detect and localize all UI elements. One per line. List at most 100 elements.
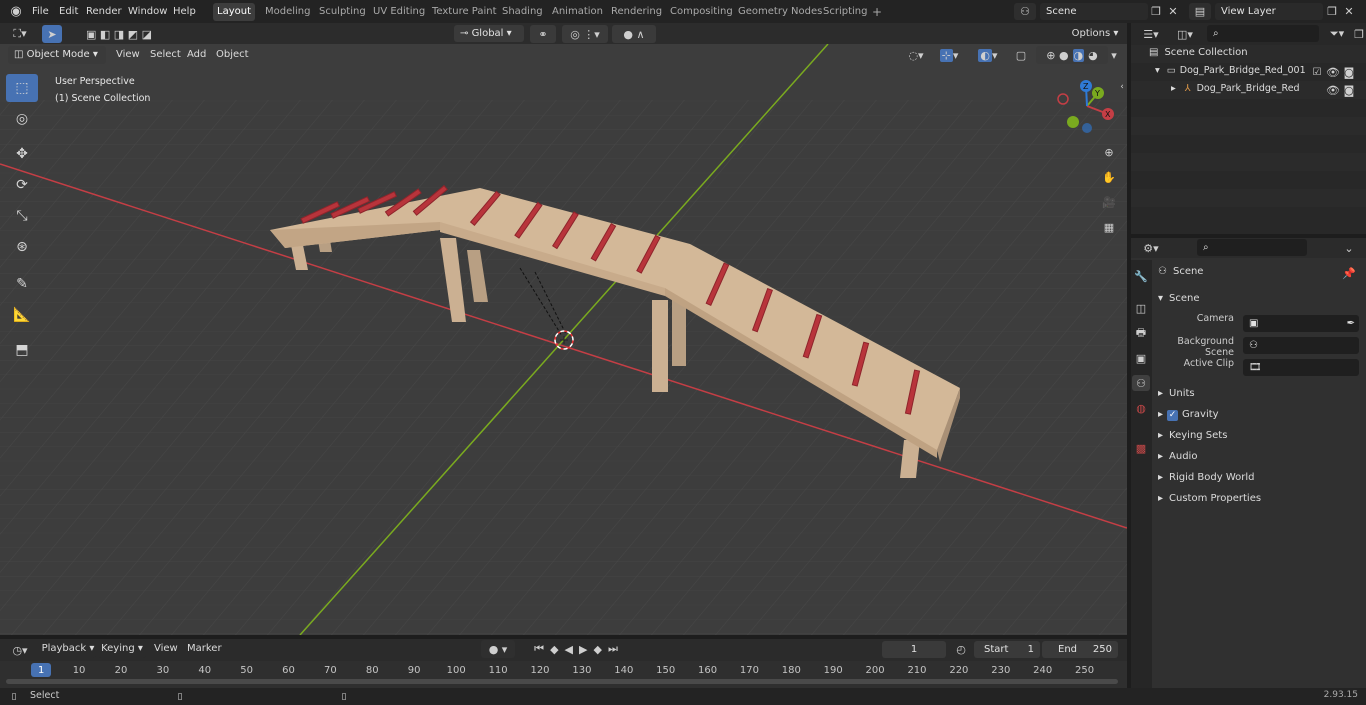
tab-modeling[interactable]: Modeling — [261, 3, 315, 21]
select-box-tool-icon[interactable]: ⬚ — [6, 74, 38, 102]
tab-animation[interactable]: Animation — [548, 3, 607, 21]
exclude-checkbox-icon[interactable]: ☑ — [1311, 65, 1323, 79]
new-view-layer-icon[interactable]: ❐ — [1324, 3, 1340, 20]
menu-window[interactable]: Window — [124, 0, 171, 23]
properties-editor-icon[interactable]: ⚙▾ — [1137, 239, 1165, 257]
start-frame-field[interactable]: Start 1 — [974, 641, 1040, 658]
scene-name-field[interactable]: Scene — [1040, 3, 1148, 20]
outliner-search-input[interactable]: ⌕ — [1207, 25, 1319, 42]
section-gravity[interactable]: ▸ ✓ Gravity — [1154, 405, 1362, 425]
pivot-icon[interactable]: ⚭ — [530, 25, 556, 43]
move-tool-icon[interactable]: ✥ — [6, 140, 38, 168]
proportional-editing-icon[interactable]: ● ∧ — [612, 25, 656, 43]
active-clip-field[interactable]: 🎞 — [1243, 359, 1359, 376]
preview-range-icon[interactable]: ◴ — [952, 641, 970, 658]
transform-tool-icon[interactable]: ⊛ — [6, 233, 38, 261]
playback-menu[interactable]: Playback ▾ — [40, 640, 96, 658]
selection-mode-icons[interactable]: ▣ ◧ ◨ ◩ ◪ — [78, 25, 160, 43]
properties-options-icon[interactable]: ⌄ — [1341, 239, 1357, 257]
timeline-editor-icon[interactable]: ◷▾ — [6, 641, 34, 659]
ortho-grid-icon[interactable]: ▦ — [1099, 217, 1119, 237]
render-camera-icon[interactable]: ◙ — [1343, 65, 1355, 79]
properties-search-input[interactable]: ⌕ — [1197, 239, 1307, 256]
playback-controls[interactable]: ⏮ ◆ ◀ ▶ ◆ ⏭ — [522, 640, 630, 658]
display-mode-icon[interactable]: ◫▾ — [1171, 25, 1199, 43]
viewport-menu-select[interactable]: Select — [146, 43, 185, 66]
gizmo-toggle-icon[interactable]: ⊹ ▾ — [933, 46, 965, 64]
tab-shading[interactable]: Shading — [498, 3, 547, 21]
viewport-canvas[interactable]: Z Y X — [0, 44, 1127, 635]
tab-texture-paint[interactable]: Texture Paint — [428, 3, 501, 21]
tab-sculpting[interactable]: Sculpting — [315, 3, 370, 21]
sidebar-toggle-icon[interactable]: ‹ — [1117, 80, 1127, 94]
add-cube-tool-icon[interactable]: ⬒ — [6, 336, 38, 364]
viewport-menu-object[interactable]: Object — [212, 43, 253, 66]
shading-options-icon[interactable]: ▾ — [1108, 46, 1120, 64]
editor-type-icon[interactable]: ⛶▾ — [6, 25, 34, 42]
viewport-menu-add[interactable]: Add — [183, 43, 210, 66]
zoom-icon[interactable]: ⊕ — [1099, 142, 1119, 162]
section-audio[interactable]: ▸ Audio — [1154, 447, 1362, 467]
options-button[interactable]: Options ▾ — [1067, 25, 1123, 43]
add-workspace-button[interactable]: + — [868, 3, 886, 21]
visibility-icon[interactable]: ◌▾ — [903, 46, 929, 64]
auto-keying-icon[interactable]: ● ▾ — [481, 640, 515, 658]
scene-panel-header[interactable]: ▾ Scene — [1154, 289, 1362, 309]
tab-rendering[interactable]: Rendering — [607, 3, 666, 21]
view-layer-icon[interactable]: ▤ — [1189, 3, 1211, 20]
pin-icon[interactable]: 📌 — [1342, 266, 1356, 280]
render-camera-icon[interactable]: ◙ — [1343, 83, 1355, 97]
outliner-scene-collection[interactable]: ▤ Scene Collection — [1149, 47, 1248, 58]
menu-render[interactable]: Render — [82, 0, 126, 23]
keying-menu[interactable]: Keying ▾ — [98, 640, 146, 658]
render-tab-icon[interactable]: ◫ — [1133, 300, 1149, 316]
timeline-scrollbar[interactable] — [6, 679, 1118, 684]
menu-file[interactable]: File — [28, 0, 53, 23]
section-rigid-body-world[interactable]: ▸ Rigid Body World — [1154, 468, 1362, 488]
outliner-item-collection[interactable]: ▾ ▭ Dog_Park_Bridge_Red_001 — [1155, 65, 1306, 76]
mode-dropdown[interactable]: ◫ Object Mode ▾ — [8, 46, 106, 64]
menu-edit[interactable]: Edit — [55, 0, 82, 23]
tab-scripting[interactable]: Scripting — [819, 3, 871, 21]
prev-keyframe-icon[interactable]: ◆ — [550, 643, 558, 656]
output-tab-icon[interactable]: 🖶 — [1133, 325, 1149, 341]
filter-icon[interactable]: ⏷▾ — [1323, 25, 1351, 43]
scene-tab-icon[interactable]: ⚇ — [1132, 375, 1150, 391]
orientation-dropdown[interactable]: ⊸ Global ▾ — [454, 25, 524, 42]
scale-tool-icon[interactable]: ⤡ — [6, 202, 38, 230]
measure-tool-icon[interactable]: 📐 — [6, 301, 38, 329]
world-tab-icon[interactable]: ◍ — [1133, 400, 1149, 416]
camera-view-icon[interactable]: 🎥 — [1099, 192, 1119, 212]
xray-icon[interactable]: ▢ — [1012, 46, 1030, 64]
menu-help[interactable]: Help — [169, 0, 200, 23]
gravity-checkbox-icon[interactable]: ✓ — [1167, 410, 1179, 421]
tab-layout[interactable]: Layout — [213, 3, 255, 21]
cursor-tool-icon[interactable]: ◎ — [6, 105, 38, 133]
play-icon[interactable]: ▶ — [579, 643, 587, 656]
select-tool-icon[interactable]: ➤ — [42, 25, 62, 43]
snap-icon[interactable]: ◎ ⋮▾ — [562, 25, 608, 43]
new-scene-icon[interactable]: ❐ — [1148, 3, 1164, 20]
close-scene-icon[interactable]: ✕ — [1166, 3, 1180, 20]
end-frame-field[interactable]: End 250 — [1042, 641, 1118, 658]
outliner-item-object[interactable]: ▸ ⅄ Dog_Park_Bridge_Red — [1171, 83, 1300, 94]
section-keying-sets[interactable]: ▸ Keying Sets — [1154, 426, 1362, 446]
timeline-menu-view[interactable]: View — [150, 637, 182, 660]
view-layer-tab-icon[interactable]: ▣ — [1133, 350, 1149, 366]
3d-viewport[interactable]: Z Y X — [0, 44, 1127, 635]
tool-tab-icon[interactable]: 🔧 — [1133, 268, 1149, 284]
overlays-icon[interactable]: ◐ ▾ — [972, 46, 1004, 64]
view-layer-field[interactable]: View Layer — [1215, 3, 1323, 20]
outliner-editor-icon[interactable]: ☰▾ — [1137, 25, 1165, 43]
jump-start-icon[interactable]: ⏮ — [534, 642, 544, 656]
texture-tab-icon[interactable]: ▩ — [1133, 440, 1149, 456]
section-units[interactable]: ▸ Units — [1154, 384, 1362, 404]
background-scene-field[interactable]: ⚇ — [1243, 337, 1359, 354]
annotate-tool-icon[interactable]: ✎ — [6, 270, 38, 298]
camera-field[interactable]: ▣ ✒ — [1243, 315, 1359, 332]
next-keyframe-icon[interactable]: ◆ — [593, 643, 601, 656]
current-frame-field[interactable]: 1 — [882, 641, 946, 658]
rotate-tool-icon[interactable]: ⟳ — [6, 171, 38, 199]
pan-hand-icon[interactable]: ✋ — [1099, 167, 1119, 187]
shading-mode-icons[interactable]: ⊕ ● ◑ ◕ — [1036, 46, 1108, 64]
